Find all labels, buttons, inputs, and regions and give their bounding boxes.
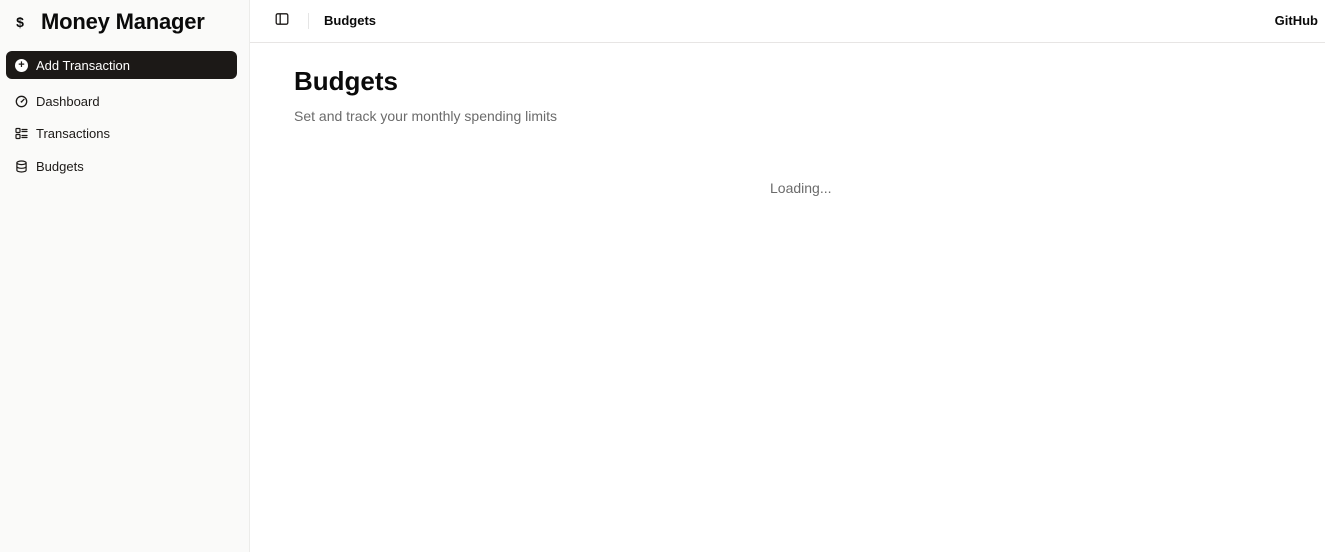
breadcrumb: Budgets bbox=[324, 13, 376, 28]
sidebar-item-label: Dashboard bbox=[36, 93, 100, 109]
sidebar-item-label: Transactions bbox=[36, 125, 110, 141]
gauge-icon bbox=[15, 95, 28, 108]
list-icon bbox=[15, 127, 28, 140]
sidebar-item-transactions[interactable]: Transactions bbox=[6, 119, 237, 147]
main-content: Budgets GitHub Budgets Set and track you… bbox=[250, 0, 1325, 552]
dollar-icon: $ bbox=[16, 14, 24, 30]
sidebar-toggle-button[interactable] bbox=[272, 11, 292, 31]
add-transaction-button[interactable]: + Add Transaction bbox=[6, 51, 237, 79]
add-transaction-label: Add Transaction bbox=[36, 57, 130, 73]
sidebar-toggle-icon bbox=[275, 12, 289, 31]
sidebar-item-dashboard[interactable]: Dashboard bbox=[6, 87, 237, 115]
brand[interactable]: $ Money Manager bbox=[12, 8, 205, 36]
database-icon bbox=[15, 159, 28, 173]
sidebar-item-budgets[interactable]: Budgets bbox=[6, 152, 237, 180]
plus-circle-icon: + bbox=[15, 58, 28, 72]
app-title: Money Manager bbox=[41, 9, 205, 34]
sidebar: $ Money Manager + Add Transaction Dashbo… bbox=[0, 0, 250, 552]
page-subtitle: Set and track your monthly spending limi… bbox=[294, 108, 558, 124]
loading-indicator: Loading... bbox=[770, 180, 832, 196]
app: $ Money Manager + Add Transaction Dashbo… bbox=[0, 0, 1325, 552]
top-bar: Budgets GitHub bbox=[250, 0, 1325, 43]
header-divider bbox=[308, 13, 309, 29]
sidebar-item-label: Budgets bbox=[36, 158, 84, 174]
github-link[interactable]: GitHub bbox=[1275, 13, 1318, 28]
page-title: Budgets bbox=[294, 66, 398, 96]
